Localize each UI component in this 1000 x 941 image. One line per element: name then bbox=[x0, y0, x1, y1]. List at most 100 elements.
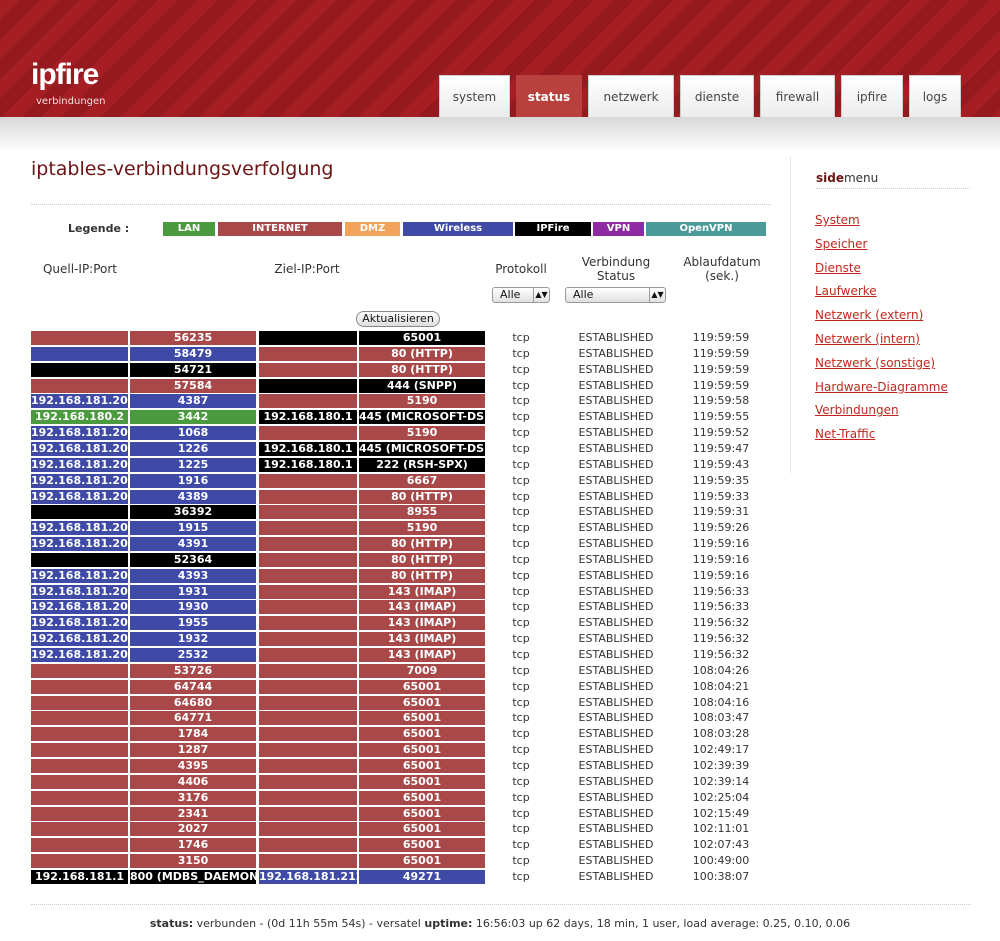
expire-time: 119:59:43 bbox=[692, 457, 750, 471]
connection-state: ESTABLISHED bbox=[578, 441, 654, 455]
dest-port: 143 (IMAP) bbox=[359, 600, 485, 615]
dest-ip bbox=[259, 711, 357, 726]
column-header-protocol: Protokoll bbox=[495, 262, 547, 276]
protocol: tcp bbox=[512, 378, 530, 392]
source-ip: 192.168.181.208 bbox=[31, 584, 128, 599]
connection-state: ESTABLISHED bbox=[578, 457, 654, 471]
protocol: tcp bbox=[512, 822, 530, 836]
dest-port: 222 (RSH-SPX) bbox=[359, 457, 485, 472]
expire-time: 102:25:04 bbox=[692, 790, 750, 804]
source-port: 56235 bbox=[130, 331, 256, 345]
table-row: 192.168.180.2 3442 192.168.180.1 445 (MICRO… bbox=[31, 410, 771, 425]
dest-port: 7009 bbox=[359, 663, 485, 678]
footer-status: status: verbunden - (0d 11h 55m 54s) - v… bbox=[0, 917, 1000, 930]
expire-time: 100:49:00 bbox=[692, 854, 750, 868]
source-port: 57584 bbox=[130, 378, 256, 393]
table-row: 192.168.181.208 1955 143 (IMAP) tcp ESTABLIS… bbox=[31, 616, 771, 631]
source-ip bbox=[31, 505, 128, 520]
source-port: 52364 bbox=[130, 552, 256, 567]
dest-port: 143 (IMAP) bbox=[359, 632, 485, 647]
sidebar-item-system[interactable]: System bbox=[815, 213, 948, 237]
connection-state: ESTABLISHED bbox=[578, 489, 654, 503]
expire-time: 119:59:16 bbox=[692, 552, 750, 566]
dest-port: 143 (IMAP) bbox=[359, 648, 485, 662]
tab-netzwerk[interactable]: netzwerk bbox=[588, 75, 674, 117]
source-ip bbox=[31, 711, 128, 726]
source-port: 4387 bbox=[130, 394, 256, 409]
protocol: tcp bbox=[512, 758, 530, 772]
dest-ip bbox=[259, 584, 357, 599]
dest-ip bbox=[259, 521, 357, 536]
tab-ipfire[interactable]: ipfire bbox=[841, 75, 903, 117]
logo[interactable]: ipfire bbox=[31, 60, 99, 90]
protocol: tcp bbox=[512, 505, 530, 519]
table-row: 192.168.181.208 1930 143 (IMAP) tcp ESTABLIS… bbox=[31, 600, 771, 615]
divider bbox=[31, 904, 971, 905]
sidebar-item-netzwerk-intern[interactable]: Netzwerk (intern) bbox=[815, 332, 948, 356]
status-filter-value: Alle bbox=[573, 288, 594, 301]
dest-port: 65001 bbox=[359, 854, 485, 869]
refresh-button[interactable]: Aktualisieren bbox=[356, 311, 440, 327]
expire-time: 108:04:26 bbox=[692, 663, 750, 677]
protocol-filter-select[interactable]: Alle ▲▼ bbox=[492, 287, 550, 303]
source-port: 1915 bbox=[130, 521, 256, 536]
uptime-text: 16:56:03 up 62 days, 18 min, 1 user, loa… bbox=[475, 917, 851, 930]
dest-port: 8955 bbox=[359, 505, 485, 520]
tab-logs[interactable]: logs bbox=[909, 75, 961, 117]
expire-time: 119:59:59 bbox=[692, 331, 750, 344]
table-row: 2027 65001 tcp ESTABLISHED 102:11:01 bbox=[31, 822, 771, 837]
table-row: 192.168.181.203 4389 80 (HTTP) tcp ESTABLISH… bbox=[31, 489, 771, 505]
legend-openvpn: OpenVPN bbox=[646, 222, 766, 236]
source-port: 4389 bbox=[130, 489, 256, 504]
expire-time: 102:11:01 bbox=[692, 822, 750, 836]
sidebar-item-speicher[interactable]: Speicher bbox=[815, 237, 948, 261]
protocol: tcp bbox=[512, 711, 530, 725]
sidebar-item-dienste[interactable]: Dienste bbox=[815, 261, 948, 285]
sidebar-item-laufwerke[interactable]: Laufwerke bbox=[815, 284, 948, 308]
tab-dienste[interactable]: dienste bbox=[680, 75, 754, 117]
column-header-status: Verbindung Status bbox=[581, 255, 651, 283]
legend-ipfire: IPFire bbox=[515, 222, 591, 236]
source-port: 3176 bbox=[130, 790, 256, 805]
source-ip bbox=[31, 743, 128, 758]
source-ip: 192.168.181.1 bbox=[31, 869, 128, 884]
connection-state: ESTABLISHED bbox=[578, 426, 654, 440]
dest-ip bbox=[259, 743, 357, 758]
tab-system[interactable]: system bbox=[439, 75, 510, 117]
tab-status[interactable]: status bbox=[516, 75, 582, 117]
source-port: 1932 bbox=[130, 632, 256, 647]
connection-state: ESTABLISHED bbox=[578, 616, 654, 630]
source-ip: 192.168.180.2 bbox=[31, 410, 128, 425]
sidebar-item-hardware-diagramme[interactable]: Hardware-Diagramme bbox=[815, 380, 948, 404]
dest-ip bbox=[259, 822, 357, 837]
source-port: 1226 bbox=[130, 441, 256, 456]
connection-state: ESTABLISHED bbox=[578, 568, 654, 582]
connection-state: ESTABLISHED bbox=[578, 758, 654, 772]
source-port: 1287 bbox=[130, 743, 256, 758]
connection-state: ESTABLISHED bbox=[578, 600, 654, 614]
source-ip: 192.168.181.208 bbox=[31, 616, 128, 631]
dest-port: 65001 bbox=[359, 822, 485, 837]
connection-state: ESTABLISHED bbox=[578, 695, 654, 709]
expire-time: 108:03:47 bbox=[692, 711, 750, 725]
protocol: tcp bbox=[512, 616, 530, 630]
table-row: 1784 65001 tcp ESTABLISHED 108:03:28 bbox=[31, 727, 771, 742]
source-ip bbox=[31, 331, 128, 345]
dest-port: 65001 bbox=[359, 758, 485, 773]
tab-firewall[interactable]: firewall bbox=[760, 75, 835, 117]
dest-ip bbox=[259, 648, 357, 662]
sidebar-item-netzwerk-sonstige[interactable]: Netzwerk (sonstige) bbox=[815, 356, 948, 380]
sidebar-item-verbindungen[interactable]: Verbindungen bbox=[815, 403, 948, 427]
connection-state: ESTABLISHED bbox=[578, 473, 654, 487]
source-port: 36392 bbox=[130, 505, 256, 520]
connection-state: ESTABLISHED bbox=[578, 346, 654, 360]
legend-dmz: DMZ bbox=[345, 222, 400, 236]
sidebar-item-net-traffic[interactable]: Net-Traffic bbox=[815, 427, 948, 451]
connection-state: ESTABLISHED bbox=[578, 378, 654, 392]
dest-ip bbox=[259, 378, 357, 393]
status-filter-select[interactable]: Alle ▲▼ bbox=[565, 287, 666, 303]
page-title: iptables-verbindungsverfolgung bbox=[31, 158, 334, 180]
divider bbox=[31, 204, 771, 205]
table-row: 192.168.181.208 1915 5190 tcp ESTABLISHED 119… bbox=[31, 521, 771, 536]
sidebar-item-netzwerk-extern[interactable]: Netzwerk (extern) bbox=[815, 308, 948, 332]
